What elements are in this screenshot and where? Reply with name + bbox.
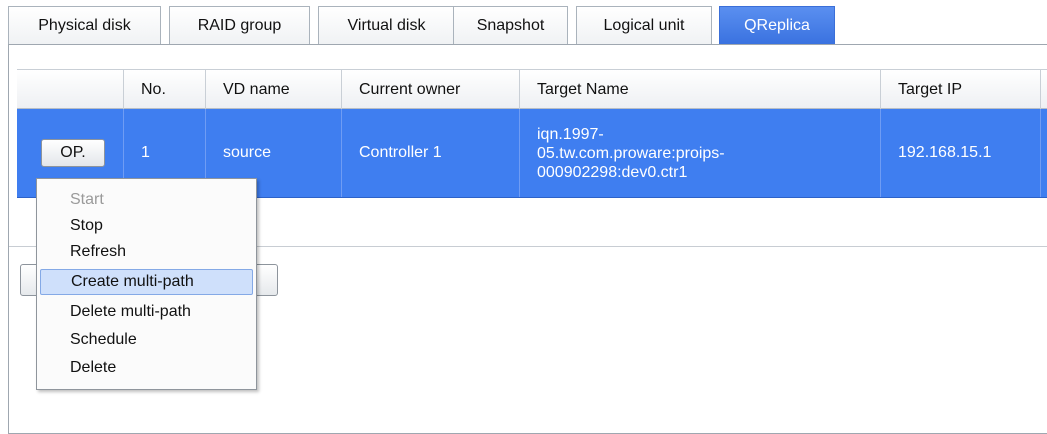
menu-item-schedule[interactable]: Schedule (40, 327, 253, 353)
header-op (17, 70, 123, 109)
tab-snapshot[interactable]: Snapshot (453, 6, 568, 44)
row-target-name: iqn.1997- 05.tw.com.proware:proips- 0009… (519, 109, 880, 197)
op-button[interactable]: OP. (41, 139, 105, 167)
header-target-ip[interactable]: Target IP (880, 70, 1040, 109)
tab-logical-unit[interactable]: Logical unit (576, 6, 712, 44)
op-context-menu: Start Stop Refresh Create multi-path Del… (36, 178, 257, 390)
row-current-owner: Controller 1 (341, 109, 519, 197)
header-vd-name[interactable]: VD name (205, 70, 341, 109)
menu-item-start: Start (70, 191, 104, 208)
table-header-row: No. VD name Current owner Target Name Ta… (17, 69, 1047, 109)
row-target-ip: 192.168.15.1 (880, 109, 1040, 197)
tab-qreplica[interactable]: QReplica (719, 6, 835, 44)
target-name-line: iqn.1997- (537, 125, 604, 143)
menu-item-create-multi-path[interactable]: Create multi-path (40, 269, 253, 295)
target-name-text: iqn.1997- 05.tw.com.proware:proips- 0009… (537, 125, 725, 182)
tab-physical-disk[interactable]: Physical disk (8, 6, 161, 44)
header-current-owner[interactable]: Current owner (341, 70, 519, 109)
menu-item-stop[interactable]: Stop (40, 213, 253, 239)
row-overflow (1040, 109, 1047, 197)
header-overflow (1040, 70, 1047, 109)
tab-virtual-disk[interactable]: Virtual disk (318, 6, 455, 44)
menu-item-delete[interactable]: Delete (40, 355, 253, 381)
target-name-line: 05.tw.com.proware:proips- (537, 144, 725, 162)
target-name-line: 000902298:dev0.ctr1 (537, 163, 688, 181)
menu-item-refresh[interactable]: Refresh (40, 239, 253, 265)
header-target-name[interactable]: Target Name (519, 70, 880, 109)
tab-raid-group[interactable]: RAID group (169, 6, 310, 44)
header-no[interactable]: No. (123, 70, 205, 109)
menu-item-delete-multi-path[interactable]: Delete multi-path (40, 299, 253, 325)
